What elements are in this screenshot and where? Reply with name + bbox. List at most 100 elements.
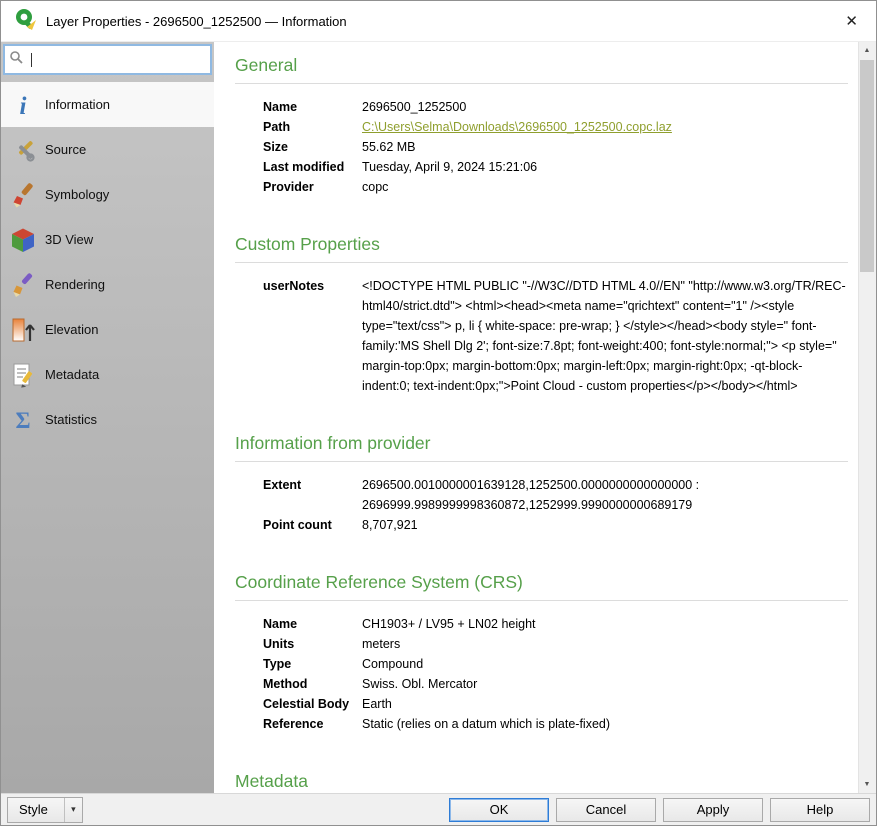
scroll-down-icon[interactable]: ▼ — [859, 776, 875, 793]
style-button-label: Style — [8, 802, 64, 817]
text-cursor — [31, 53, 32, 67]
section-title: Coordinate Reference System (CRS) — [235, 572, 848, 593]
titlebar: Layer Properties - 2696500_1252500 — Inf… — [1, 1, 876, 42]
section-custom-properties: Custom Properties userNotes <!DOCTYPE HT… — [235, 234, 848, 396]
section-divider — [235, 83, 848, 84]
sidebar-item-label: Elevation — [45, 322, 98, 337]
row-value: Tuesday, April 9, 2024 15:21:06 — [362, 157, 672, 177]
info-icon: i — [8, 90, 38, 120]
section-provider-information: Information from provider Extent 2696500… — [235, 433, 848, 535]
row-value: Swiss. Obl. Mercator — [362, 674, 610, 694]
apply-button[interactable]: Apply — [663, 798, 763, 822]
svg-text:i: i — [20, 93, 27, 118]
section-title: Custom Properties — [235, 234, 848, 255]
close-icon[interactable]: ✕ — [839, 10, 864, 32]
row-label: Method — [263, 674, 362, 694]
row-value: C:\Users\Selma\Downloads\2696500_1252500… — [362, 117, 672, 137]
sidebar-item-label: Source — [45, 142, 86, 157]
table-row: Celestial Body Earth — [263, 694, 610, 714]
file-path-link[interactable]: C:\Users\Selma\Downloads\2696500_1252500… — [362, 120, 672, 134]
dialog-button-group: OK Cancel Apply Help — [449, 798, 872, 822]
section-divider — [235, 262, 848, 263]
sidebar-item-3d-view[interactable]: 3D View — [1, 217, 214, 262]
vertical-scrollbar[interactable]: ▲ ▼ — [858, 42, 876, 793]
section-divider — [235, 600, 848, 601]
row-label: Provider — [263, 177, 362, 197]
row-value: 8,707,921 — [362, 515, 848, 535]
layer-properties-dialog: Layer Properties - 2696500_1252500 — Inf… — [0, 0, 877, 826]
help-button[interactable]: Help — [770, 798, 870, 822]
table-row: Path C:\Users\Selma\Downloads\2696500_12… — [263, 117, 672, 137]
sidebar-item-source[interactable]: Source — [1, 127, 214, 172]
row-value: CH1903+ / LV95 + LN02 height — [362, 614, 610, 634]
sidebar: i Information Source — [1, 42, 214, 793]
table-row: Reference Static (relies on a datum whic… — [263, 714, 610, 734]
document-pencil-icon — [8, 360, 38, 390]
sidebar-item-label: 3D View — [45, 232, 93, 247]
scrollbar-thumb[interactable] — [860, 60, 874, 272]
section-title: Information from provider — [235, 433, 848, 454]
row-label: userNotes — [263, 276, 362, 396]
sidebar-item-rendering[interactable]: Rendering — [1, 262, 214, 307]
scroll-up-icon[interactable]: ▲ — [859, 42, 875, 59]
properties-table: Name 2696500_1252500 Path C:\Users\Selma… — [263, 97, 672, 197]
properties-table: userNotes <!DOCTYPE HTML PUBLIC "-//W3C/… — [263, 276, 848, 396]
section-crs: Coordinate Reference System (CRS) Name C… — [235, 572, 848, 734]
sidebar-item-label: Rendering — [45, 277, 105, 292]
row-label: Celestial Body — [263, 694, 362, 714]
sidebar-item-metadata[interactable]: Metadata — [1, 352, 214, 397]
sidebar-nav: i Information Source — [1, 82, 214, 442]
row-value: Static (relies on a datum which is plate… — [362, 714, 610, 734]
row-value: copc — [362, 177, 672, 197]
style-dropdown-button[interactable]: Style ▾ — [7, 797, 83, 823]
table-row: Extent 2696500.0010000001639128,1252500.… — [263, 475, 848, 515]
row-label: Name — [263, 614, 362, 634]
search-input[interactable] — [26, 51, 206, 68]
table-row: Units meters — [263, 634, 610, 654]
section-title: Metadata — [235, 771, 848, 792]
row-label: Size — [263, 137, 362, 157]
ok-button[interactable]: OK — [449, 798, 549, 822]
table-row: Method Swiss. Obl. Mercator — [263, 674, 610, 694]
table-row: Name 2696500_1252500 — [263, 97, 672, 117]
tools-icon — [8, 135, 38, 165]
sidebar-item-statistics[interactable]: Σ Statistics — [1, 397, 214, 442]
row-value: 55.62 MB — [362, 137, 672, 157]
row-value: 2696500_1252500 — [362, 97, 672, 117]
row-label: Reference — [263, 714, 362, 734]
row-value: meters — [362, 634, 610, 654]
sidebar-item-elevation[interactable]: Elevation — [1, 307, 214, 352]
row-label: Units — [263, 634, 362, 654]
properties-table: Extent 2696500.0010000001639128,1252500.… — [263, 475, 848, 535]
row-label: Name — [263, 97, 362, 117]
sidebar-item-label: Statistics — [45, 412, 97, 427]
chevron-down-icon: ▾ — [65, 804, 82, 815]
window-title: Layer Properties - 2696500_1252500 — Inf… — [46, 14, 347, 29]
row-label: Extent — [263, 475, 362, 515]
table-row: Size 55.62 MB — [263, 137, 672, 157]
rendering-brush-icon — [8, 270, 38, 300]
table-row: Provider copc — [263, 177, 672, 197]
row-value: 2696500.0010000001639128,1252500.0000000… — [362, 475, 848, 515]
sidebar-item-label: Symbology — [45, 187, 109, 202]
cancel-button[interactable]: Cancel — [556, 798, 656, 822]
row-value: Compound — [362, 654, 610, 674]
table-row: Name CH1903+ / LV95 + LN02 height — [263, 614, 610, 634]
cube-3d-icon — [8, 225, 38, 255]
sidebar-item-information[interactable]: i Information — [1, 82, 214, 127]
dialog-body: i Information Source — [1, 42, 876, 793]
section-title: General — [235, 55, 848, 76]
sidebar-item-label: Metadata — [45, 367, 99, 382]
section-metadata: Metadata — [235, 771, 848, 793]
table-row: Type Compound — [263, 654, 610, 674]
sidebar-search-box — [3, 44, 212, 75]
section-divider — [235, 461, 848, 462]
information-panel: General Name 2696500_1252500 Path C:\Use… — [214, 42, 858, 793]
sidebar-item-symbology[interactable]: Symbology — [1, 172, 214, 217]
row-label: Path — [263, 117, 362, 137]
row-value: <!DOCTYPE HTML PUBLIC "-//W3C//DTD HTML … — [362, 276, 848, 396]
sigma-icon: Σ — [8, 405, 38, 435]
section-general: General Name 2696500_1252500 Path C:\Use… — [235, 55, 848, 197]
dialog-footer: Style ▾ OK Cancel Apply Help — [1, 793, 876, 825]
row-value: Earth — [362, 694, 610, 714]
